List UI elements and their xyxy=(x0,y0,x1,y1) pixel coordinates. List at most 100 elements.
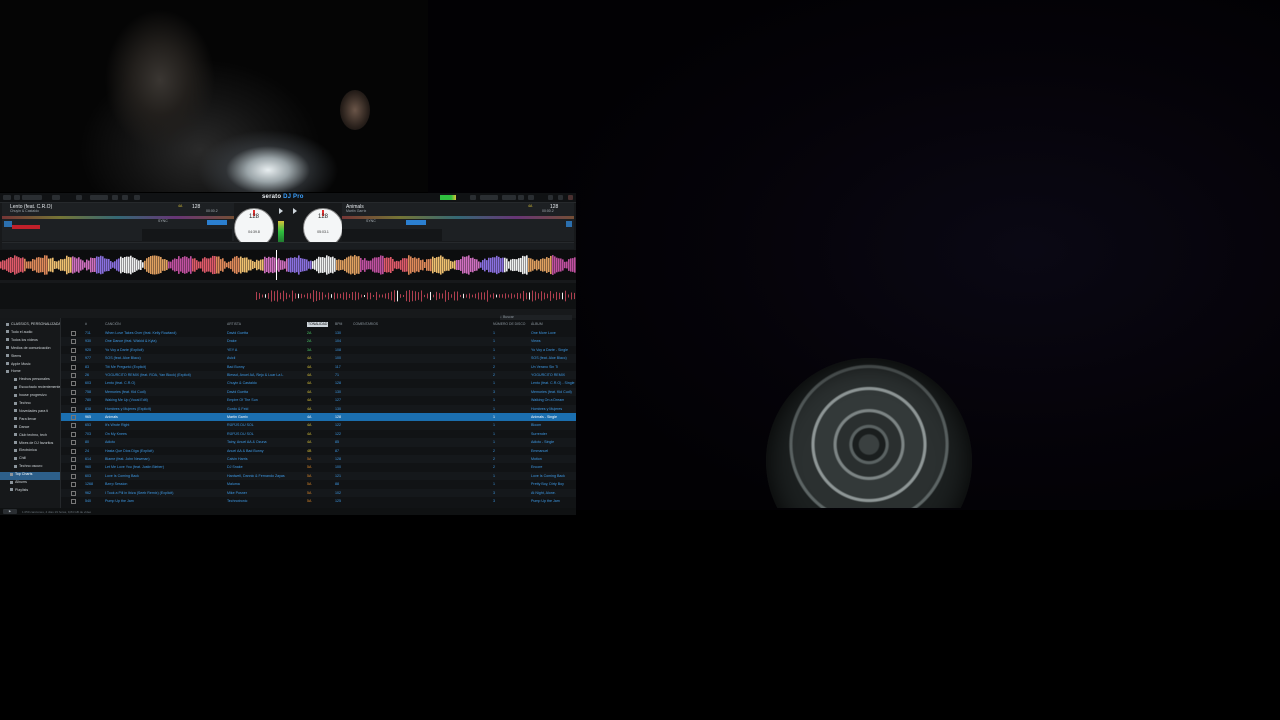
track-row[interactable]: 920 Yo Voy a Darte (Explicit) YEY A 3A 108 1 Y… xyxy=(61,346,576,354)
play-button-left[interactable] xyxy=(276,207,286,215)
track-row[interactable]: 960 Let Me Love You (feat. Justin Bieber)… xyxy=(61,463,576,471)
track-row[interactable]: 653 It's Wrote Right RÜFÜS DU SOL 4A 122 1 Blo… xyxy=(61,421,576,430)
overview-bar xyxy=(412,290,413,302)
col-header-key[interactable]: TONALIDAD xyxy=(307,322,329,327)
mode-button[interactable] xyxy=(3,195,11,200)
track-row[interactable]: 962 I Took a Pill in Ibiza (Seeb Remix) (… xyxy=(61,488,576,497)
user-icon[interactable] xyxy=(528,195,534,200)
folder-icon xyxy=(14,393,17,397)
overview-bar xyxy=(547,293,548,299)
track-loaded-checkbox[interactable] xyxy=(71,465,76,471)
col-header-disc[interactable]: NÚMERO DE DISCO xyxy=(493,322,525,327)
track-row[interactable]: 26 YOGURCITO REMIX (feat. ROA, Yan Block)… xyxy=(61,371,576,380)
track-loaded-checkbox[interactable] xyxy=(71,448,76,454)
waveform-bar xyxy=(238,257,240,273)
track-bpm: 102 xyxy=(335,490,341,495)
online-icon[interactable] xyxy=(470,195,476,200)
deck-left-sync[interactable]: SYNC xyxy=(158,219,168,224)
track-key: 4A xyxy=(307,364,312,369)
waveform-bar xyxy=(482,260,484,270)
track-row[interactable]: 838 Hombres y Mujeres (Explicit) Gordo & F… xyxy=(61,404,576,413)
track-loaded-checkbox[interactable] xyxy=(71,364,76,370)
col-header-comments[interactable]: COMENTARIOS xyxy=(353,322,378,327)
practice-button[interactable] xyxy=(480,195,498,200)
track-loaded-checkbox[interactable] xyxy=(71,482,76,488)
main-waveform[interactable] xyxy=(0,250,576,280)
waveform-bar xyxy=(380,255,382,275)
track-loaded-checkbox[interactable] xyxy=(71,406,76,412)
fx-button[interactable] xyxy=(52,195,60,200)
track-loaded-checkbox[interactable] xyxy=(71,457,76,462)
deck-layout-button[interactable] xyxy=(14,195,20,200)
track-loaded-checkbox[interactable] xyxy=(71,431,76,437)
overview-bar xyxy=(532,290,533,302)
autoplay-button[interactable]: ▶ xyxy=(3,509,17,514)
track-loaded-checkbox[interactable] xyxy=(71,398,76,404)
deck-left-overview[interactable] xyxy=(2,216,234,219)
cue-row[interactable] xyxy=(2,242,574,249)
track-loaded-checkbox[interactable] xyxy=(71,490,76,496)
track-row[interactable]: 977 SOS (feat. Aloe Blacc) Avicii 4A 100 1 SOS… xyxy=(61,354,576,363)
deck-right-pads[interactable] xyxy=(342,229,442,241)
col-header-artist[interactable]: ARTISTA xyxy=(227,322,241,327)
deck-left-tempo-slider[interactable] xyxy=(207,220,227,225)
track-row[interactable]: 614 Blame (feat. John Newman) Calvin Harri… xyxy=(61,455,576,464)
track-row[interactable]: 80 Adicto Tainy, Anuel AA & Ozuna 4A 85 1 Adic… xyxy=(61,438,576,447)
track-loaded-checkbox[interactable] xyxy=(71,415,76,420)
track-loaded-checkbox[interactable] xyxy=(71,347,76,353)
sidebar-item-playlists[interactable]: Playlists xyxy=(0,488,60,496)
view-select[interactable] xyxy=(22,195,42,200)
waveform-overview-strip[interactable] xyxy=(0,283,576,309)
maximize-icon[interactable] xyxy=(558,195,563,200)
deck-left-pads[interactable] xyxy=(142,229,232,241)
track-loaded-checkbox[interactable] xyxy=(71,499,76,504)
deck-right-sync-icon[interactable] xyxy=(566,221,572,227)
deck-right-tempo-slider[interactable] xyxy=(406,220,426,225)
waveform-bar xyxy=(292,257,294,273)
play-button-right[interactable] xyxy=(290,207,300,215)
waveform-bar xyxy=(330,257,332,273)
track-row[interactable]: 780 Waking Me Up (Vocal Edit) Empire Of Th… xyxy=(61,396,576,404)
track-row[interactable]: 703 On My Knees RÜFÜS DU SOL 4A 122 1 Surrende… xyxy=(61,430,576,438)
track-loaded-checkbox[interactable] xyxy=(71,473,76,479)
track-disc: 2 xyxy=(493,364,495,369)
gear-icon[interactable] xyxy=(518,195,524,200)
waveform-bar xyxy=(562,259,564,271)
track-row[interactable]: 540 Pump Up the Jam Technotronic 5A 125 3 Pump… xyxy=(61,497,576,505)
folder-icon xyxy=(14,385,17,389)
track-row[interactable]: 965 Animals Martin Garrix 4A 128 1 Animals - S… xyxy=(61,413,576,422)
track-loaded-checkbox[interactable] xyxy=(71,356,76,362)
deck-right-sync[interactable]: SYNC xyxy=(366,219,376,224)
minimize-icon[interactable] xyxy=(548,195,553,200)
col-header-song[interactable]: CANCIÓN xyxy=(105,322,121,327)
track-row[interactable]: 24 Hasta Que Dios Diga (Explicit) Anuel AA… xyxy=(61,447,576,455)
track-loaded-checkbox[interactable] xyxy=(71,331,76,336)
deck-left-sync-icon[interactable] xyxy=(4,221,12,227)
track-loaded-checkbox[interactable] xyxy=(71,423,76,429)
deck-right-overview[interactable] xyxy=(342,216,574,219)
track-row[interactable]: 758 Memories (feat. Kid Cudi) David Guetta… xyxy=(61,387,576,397)
sampler-button[interactable] xyxy=(90,195,108,200)
track-row[interactable]: 1268 Bzrrp Session Maluma 5A 88 1 Pretty Boy, … xyxy=(61,480,576,488)
track-row[interactable]: 83 Tití Me Preguntó (Explicit) Bad Bunny 4A… xyxy=(61,363,576,371)
track-loaded-checkbox[interactable] xyxy=(71,440,76,446)
deck-left-time: 00:00.2 xyxy=(206,209,218,213)
col-header-album[interactable]: ÁLBUM xyxy=(531,322,543,327)
track-loaded-checkbox[interactable] xyxy=(71,381,76,387)
midi-button[interactable] xyxy=(122,195,128,200)
track-row[interactable]: 603 Lento (feat. C.R.O) Chuyin & Castaldo 4… xyxy=(61,379,576,387)
settings-toggle[interactable] xyxy=(112,195,118,200)
col-header-bpm[interactable]: BPM xyxy=(335,322,342,327)
close-icon[interactable] xyxy=(568,195,573,200)
track-loaded-checkbox[interactable] xyxy=(71,373,76,378)
track-row[interactable]: 930 One Dance (feat. Wizkid & Kyla) Drake 2… xyxy=(61,337,576,346)
rec-button[interactable] xyxy=(76,195,82,200)
track-loaded-checkbox[interactable] xyxy=(71,389,76,395)
track-loaded-checkbox[interactable] xyxy=(71,339,76,345)
help-button[interactable] xyxy=(502,195,516,200)
key-button[interactable] xyxy=(134,195,140,200)
apple-icon xyxy=(6,362,9,366)
track-row[interactable]: 711 When Love Takes Over (feat. Kelly Row… xyxy=(61,329,576,337)
track-row[interactable]: 603 Love Is Coming Back Hardwell, Dannic &… xyxy=(61,471,576,481)
col-header-num[interactable]: # xyxy=(85,322,87,327)
